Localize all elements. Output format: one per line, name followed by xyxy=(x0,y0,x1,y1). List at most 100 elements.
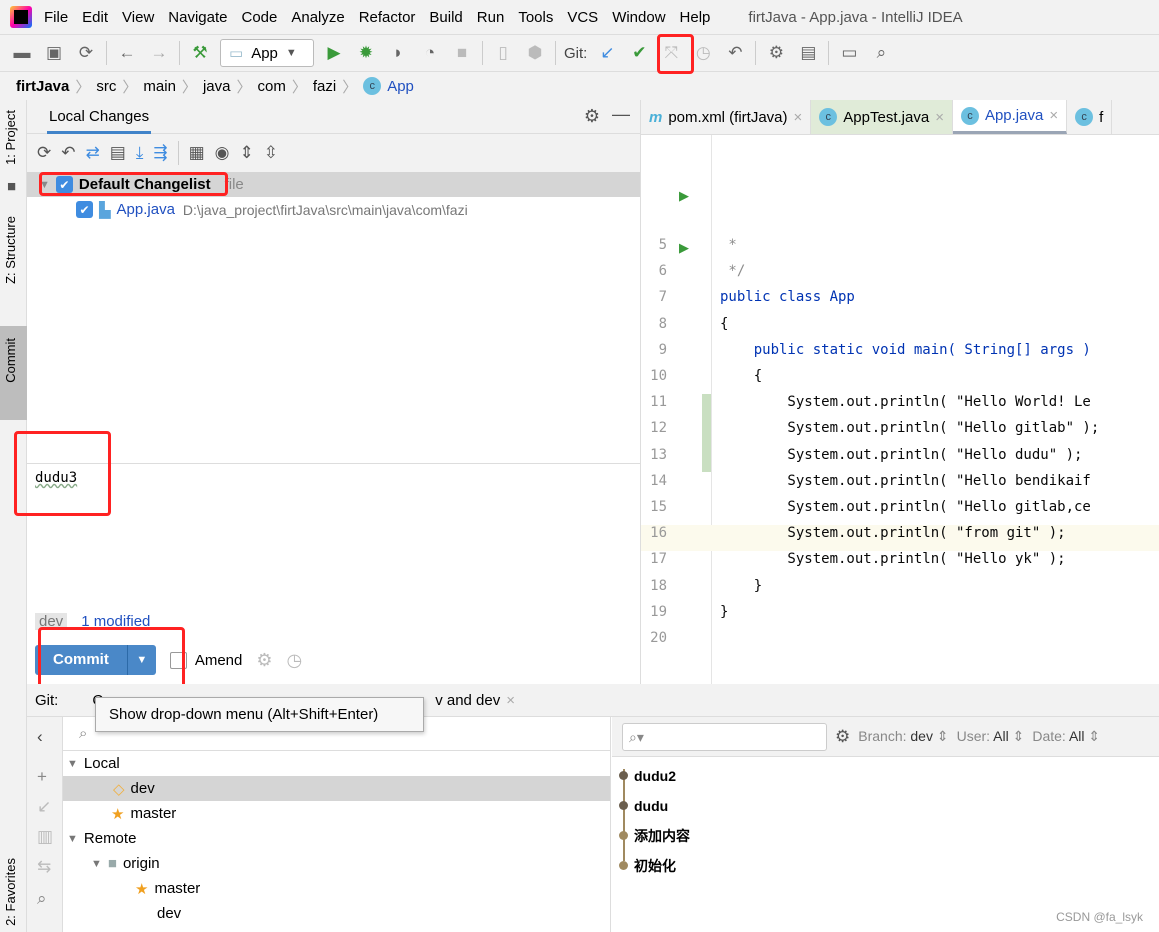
tool-tab-structure[interactable]: Z: Structure xyxy=(3,216,18,284)
open-folder-icon[interactable]: ▬ xyxy=(10,41,34,65)
code-line[interactable]: 8{ xyxy=(641,311,1159,337)
tree-node-origin-dev[interactable]: dev xyxy=(63,901,610,926)
back-icon[interactable]: ← xyxy=(115,41,139,65)
gear-icon[interactable]: ⚙ xyxy=(835,727,850,747)
group-by-icon[interactable]: ▦ xyxy=(189,143,205,163)
changelist-icon[interactable]: ▤ xyxy=(110,143,126,163)
history-icon[interactable]: ◷ xyxy=(691,41,715,65)
device-icon[interactable]: ▯ xyxy=(491,41,515,65)
code-line[interactable]: 20 xyxy=(641,625,1159,651)
commit-history-icon[interactable]: ◷ xyxy=(287,650,303,671)
code-line[interactable]: 17 System.out.println( "Hello yk" ); xyxy=(641,546,1159,572)
rollback-icon[interactable]: ↶ xyxy=(723,41,747,65)
breadcrumb-com[interactable]: com xyxy=(257,78,285,95)
code-line[interactable]: 15 System.out.println( "Hello gitlab,ce xyxy=(641,494,1159,520)
tab-apptest-java[interactable]: c AppTest.java × xyxy=(811,100,953,134)
add-icon[interactable]: + xyxy=(37,767,47,787)
run-gutter-icon[interactable]: ▶ xyxy=(679,188,689,204)
tool-tab-commit-active[interactable]: Commit xyxy=(0,326,27,420)
close-icon[interactable]: × xyxy=(935,109,944,126)
branch-filter[interactable]: Branch: dev ⇕ xyxy=(858,728,948,745)
shelve-icon[interactable]: ⤓ xyxy=(136,143,144,163)
delete-icon[interactable]: ▥ xyxy=(37,827,53,847)
checkout-icon[interactable]: ↙ xyxy=(37,797,51,817)
code-line[interactable]: 13 System.out.println( "Hello dudu" ); xyxy=(641,442,1159,468)
sync-icon[interactable]: ⟳ xyxy=(74,41,98,65)
breadcrumb-main[interactable]: main xyxy=(143,78,176,95)
menu-analyze[interactable]: Analyze xyxy=(291,9,344,26)
menu-run[interactable]: Run xyxy=(477,9,505,26)
code-line[interactable]: 10 { xyxy=(641,363,1159,389)
commit-row[interactable]: 初始化 xyxy=(612,851,1159,881)
gear-icon[interactable]: ⚙ xyxy=(584,106,600,127)
breadcrumb-project[interactable]: firtJava xyxy=(16,78,69,95)
code-line[interactable]: 7 public class App xyxy=(641,284,1159,310)
tree-node-origin-master[interactable]: ★ master xyxy=(63,876,610,901)
tool-tab-favorites[interactable]: 2: Favorites xyxy=(3,858,18,926)
menu-view[interactable]: View xyxy=(122,9,154,26)
code-line[interactable]: 14 System.out.println( "Hello bendikaif xyxy=(641,468,1159,494)
expand-all-icon[interactable]: ⇕ xyxy=(239,143,253,163)
profile-icon[interactable]: ◔ xyxy=(418,41,442,65)
code-line[interactable]: 18 } xyxy=(641,573,1159,599)
menu-refactor[interactable]: Refactor xyxy=(359,9,416,26)
tool-tab-project[interactable]: 1: Project xyxy=(3,110,18,165)
date-filter[interactable]: Date: All ⇕ xyxy=(1032,728,1100,745)
menu-navigate[interactable]: Navigate xyxy=(168,9,227,26)
settings-wrench-icon[interactable]: ⚙ xyxy=(764,41,788,65)
tree-node-dev[interactable]: ◇ dev xyxy=(63,776,610,801)
menu-help[interactable]: Help xyxy=(680,9,711,26)
breadcrumb-java[interactable]: java xyxy=(203,78,231,95)
menu-tools[interactable]: Tools xyxy=(518,9,553,26)
menu-window[interactable]: Window xyxy=(612,9,665,26)
commit-message-input[interactable]: dudu3 xyxy=(27,463,641,613)
breadcrumb-src[interactable]: src xyxy=(96,78,116,95)
commit-row[interactable]: dudu2 xyxy=(612,761,1159,791)
menu-edit[interactable]: Edit xyxy=(82,9,108,26)
project-structure-icon[interactable]: ▤ xyxy=(796,41,820,65)
terminal-icon[interactable]: ▭ xyxy=(837,41,861,65)
menu-code[interactable]: Code xyxy=(241,9,277,26)
save-icon[interactable]: ▣ xyxy=(42,41,66,65)
tree-node-local[interactable]: ▼ Local xyxy=(63,751,610,776)
user-filter[interactable]: User: All ⇕ xyxy=(957,728,1025,745)
menu-build[interactable]: Build xyxy=(429,9,462,26)
code-line[interactable]: 16 System.out.println( "from git" ); xyxy=(641,520,1159,546)
run-icon[interactable]: ▶ xyxy=(322,41,346,65)
run-config-select[interactable]: ▭ App ▼ xyxy=(220,39,314,67)
tree-node-origin[interactable]: ▼ ■ origin xyxy=(63,851,610,876)
tab-local-changes[interactable]: Local Changes xyxy=(47,100,152,134)
commit-check-icon[interactable]: ✔ xyxy=(627,41,651,65)
eye-icon[interactable]: ◉ xyxy=(215,143,230,163)
code-line[interactable]: 9 public static void main( String[] args… xyxy=(641,337,1159,363)
breadcrumb-app[interactable]: App xyxy=(387,78,414,95)
tab-log-compare[interactable]: v and dev xyxy=(435,692,500,709)
search-icon[interactable]: ⌕ xyxy=(869,41,893,65)
tab-app-java[interactable]: c App.java × xyxy=(952,100,1068,134)
forward-icon[interactable]: → xyxy=(147,41,171,65)
collapse-all-icon[interactable]: ⇳ xyxy=(264,143,278,163)
menu-file[interactable]: File xyxy=(44,9,68,26)
merge-icon[interactable]: ⇶ xyxy=(153,143,167,163)
package-icon[interactable]: ⬢ xyxy=(523,41,547,65)
code-line[interactable]: 19} xyxy=(641,599,1159,625)
tab-pom-xml[interactable]: m pom.xml (firtJava) × xyxy=(641,100,812,134)
commit-row[interactable]: 添加内容 xyxy=(612,821,1159,851)
code-line[interactable]: 12 System.out.println( "Hello gitlab" ); xyxy=(641,415,1159,441)
show-diff-icon[interactable]: ⇄ xyxy=(86,143,100,163)
close-icon[interactable]: × xyxy=(1049,107,1058,124)
compare-icon[interactable]: ⇆ xyxy=(37,857,51,877)
log-search-input[interactable]: ⌕▾ xyxy=(622,722,827,751)
coverage-icon[interactable]: ◗ xyxy=(386,41,410,65)
debug-icon[interactable]: ✹ xyxy=(354,41,378,65)
tree-node-remote[interactable]: ▼ Remote xyxy=(63,826,610,851)
close-icon[interactable]: × xyxy=(506,692,515,709)
tab-more[interactable]: cf xyxy=(1067,100,1113,134)
rollback-icon[interactable]: ↶ xyxy=(61,143,75,163)
refresh-icon[interactable]: ⟳ xyxy=(37,143,51,163)
code-line[interactable]: 5 * xyxy=(641,232,1159,258)
commit-options-gear-icon[interactable]: ⚙ xyxy=(256,650,272,671)
file-checkbox[interactable]: ✔ xyxy=(76,201,93,218)
menu-vcs[interactable]: VCS xyxy=(567,9,598,26)
code-line[interactable]: 6 */ xyxy=(641,258,1159,284)
